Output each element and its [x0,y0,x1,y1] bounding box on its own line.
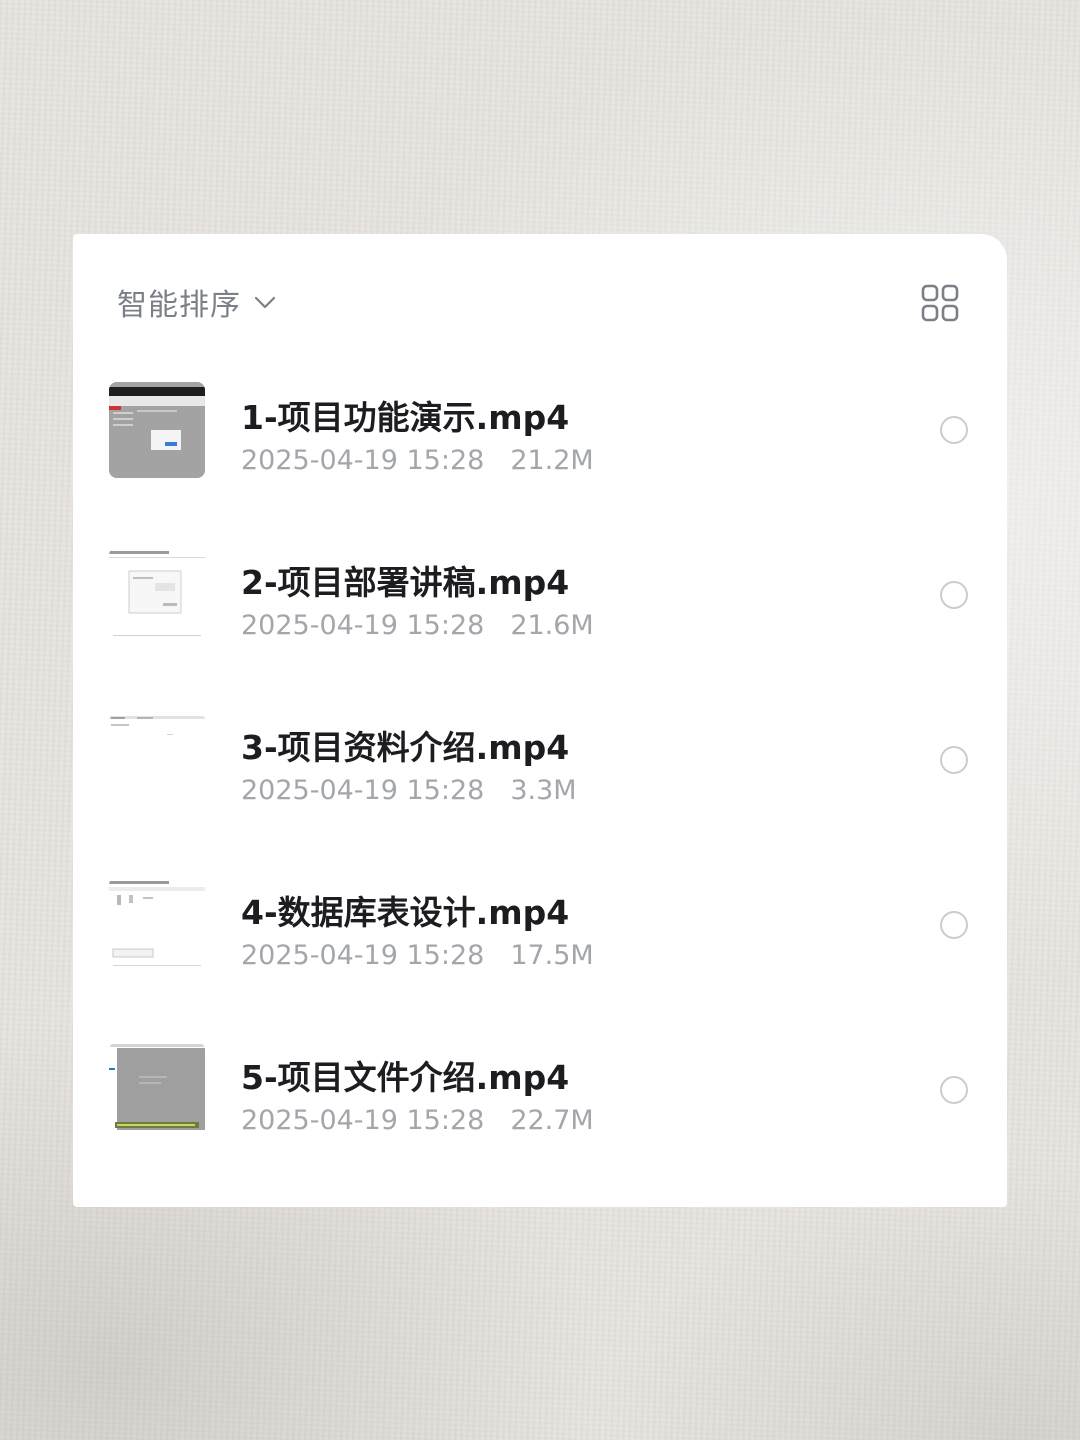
file-date: 2025-04-19 15:28 [241,775,485,806]
chevron-down-icon [253,290,277,314]
file-name: 1-项目功能演示.mp4 [241,398,570,437]
file-name: 5-项目文件介绍.mp4 [241,1058,570,1097]
file-row[interactable]: 4-数据库表设计.mp4 2025-04-19 15:28 17.5M [73,864,1007,1029]
file-date: 2025-04-19 15:28 [241,445,485,476]
file-meta: 2025-04-19 15:28 17.5M [241,940,594,971]
file-size: 3.3M [510,775,577,806]
file-row[interactable]: 1-项目功能演示.mp4 2025-04-19 15:28 21.2M [73,369,1007,534]
file-name: 4-数据库表设计.mp4 [241,893,570,932]
select-radio[interactable] [940,746,968,774]
file-size: 22.7M [510,1105,594,1136]
file-date: 2025-04-19 15:28 [241,1105,485,1136]
file-meta: 2025-04-19 15:28 22.7M [241,1105,594,1136]
file-meta: 2025-04-19 15:28 21.2M [241,445,594,476]
file-row[interactable]: 3-项目资料介绍.mp4 2025-04-19 15:28 3.3M [73,699,1007,864]
video-thumbnail [109,877,205,973]
file-meta: 2025-04-19 15:28 21.6M [241,610,594,641]
select-radio[interactable] [940,416,968,444]
toolbar: 智能排序 [73,234,1007,369]
video-thumbnail [109,547,205,643]
video-thumbnail [109,1042,205,1138]
file-size: 21.6M [510,610,594,641]
grid-view-button[interactable] [921,284,959,322]
select-radio[interactable] [940,911,968,939]
file-row[interactable]: 5-项目文件介绍.mp4 2025-04-19 15:28 22.7M [73,1029,1007,1194]
file-name: 3-项目资料介绍.mp4 [241,728,570,767]
file-size: 21.2M [510,445,594,476]
sort-label: 智能排序 [117,288,241,323]
file-meta: 2025-04-19 15:28 3.3M [241,775,577,806]
file-size: 17.5M [510,940,594,971]
select-radio[interactable] [940,1076,968,1104]
video-thumbnail [109,382,205,478]
grid-view-icon [921,284,959,322]
file-name: 2-项目部署讲稿.mp4 [241,563,570,602]
video-thumbnail [109,712,205,808]
file-list-panel: 智能排序 1-项目功能演示.mp4 2025-04-19 15:28 21.2M… [73,234,1007,1207]
file-row[interactable]: 2-项目部署讲稿.mp4 2025-04-19 15:28 21.6M [73,534,1007,699]
file-date: 2025-04-19 15:28 [241,610,485,641]
file-date: 2025-04-19 15:28 [241,940,485,971]
sort-button[interactable]: 智能排序 [117,282,277,323]
select-radio[interactable] [940,581,968,609]
